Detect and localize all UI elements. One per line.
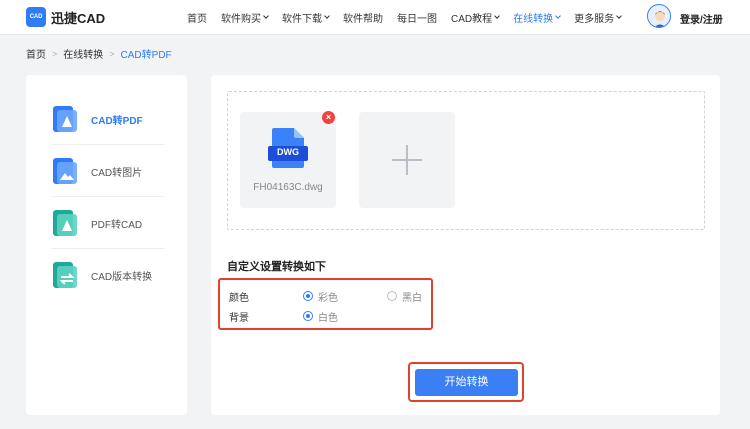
- pdf-to-cad-icon: [51, 208, 79, 238]
- nav-item-online-convert[interactable]: 在线转换: [513, 10, 561, 25]
- radio-color-bw[interactable]: 黑白: [387, 289, 422, 304]
- radio-unchecked-icon: [387, 291, 397, 301]
- nav-item-purchase[interactable]: 软件购买: [221, 10, 269, 25]
- breadcrumb-home[interactable]: 首页: [26, 46, 46, 61]
- sidebar-item-cad-to-pdf[interactable]: CAD转PDF: [51, 93, 165, 145]
- chevron-down-icon: [616, 13, 622, 19]
- nav-label: 软件购买: [221, 14, 261, 25]
- sidebar-item-cad-to-image[interactable]: CAD转图片: [51, 145, 165, 197]
- sidebar-item-cad-version-convert[interactable]: CAD版本转换: [51, 249, 165, 301]
- sidebar-item-label: PDF转CAD: [91, 219, 143, 231]
- nav-item-help[interactable]: 软件帮助: [343, 10, 383, 25]
- nav-label: 在线转换: [513, 14, 554, 25]
- start-convert-button[interactable]: 开始转换: [415, 369, 518, 396]
- breadcrumb-online-convert[interactable]: 在线转换: [63, 46, 103, 61]
- breadcrumb-current: CAD转PDF: [120, 50, 172, 61]
- chevron-down-icon: [324, 13, 330, 19]
- radio-background-white[interactable]: 白色: [303, 309, 338, 324]
- plus-icon: [392, 145, 422, 175]
- breadcrumb-separator-icon: >: [52, 48, 58, 59]
- nav-label: 首页: [187, 14, 207, 25]
- file-name: FH04163C.dwg: [253, 182, 323, 193]
- nav-item-download[interactable]: 软件下载: [282, 10, 330, 25]
- login-register-link[interactable]: 登录/注册: [680, 11, 723, 26]
- nav-label: 每日一图: [397, 14, 437, 25]
- color-option-row: 颜色 彩色 黑白: [229, 288, 422, 304]
- radio-label: 彩色: [318, 292, 338, 304]
- radio-checked-icon: [303, 311, 313, 321]
- sidebar-item-label: CAD转图片: [91, 167, 143, 179]
- nav-item-home[interactable]: 首页: [187, 10, 207, 25]
- upload-dropzone[interactable]: DWG FH04163C.dwg ×: [227, 91, 705, 230]
- nav-label: 更多服务: [574, 14, 615, 25]
- add-file-button[interactable]: [359, 112, 455, 208]
- logo-text: 迅捷CAD: [51, 10, 106, 26]
- background-label: 背景: [229, 312, 249, 324]
- nav-label: 软件下载: [282, 14, 322, 25]
- breadcrumb: 首页 > 在线转换 > CAD转PDF: [26, 46, 172, 62]
- chevron-down-icon: [494, 13, 500, 19]
- cad-to-image-icon: [51, 156, 79, 186]
- nav-label: CAD教程: [451, 14, 493, 25]
- tool-sidebar: CAD转PDF CAD转图片 PDF转CAD CAD版本转换: [26, 75, 187, 415]
- sidebar-item-label: CAD版本转换: [91, 271, 153, 283]
- nav-label: 软件帮助: [343, 14, 383, 25]
- convert-panel: DWG FH04163C.dwg × 自定义设置转换如下 颜色 彩色 黑白 背景: [211, 75, 720, 415]
- breadcrumb-separator-icon: >: [109, 48, 115, 59]
- radio-label: 黑白: [402, 292, 422, 304]
- logo-badge: CAD: [26, 7, 46, 27]
- chevron-down-icon: [263, 13, 269, 19]
- main-nav: 首页 软件购买 软件下载 软件帮助 每日一图 CAD教程 在线转换 更多服务: [187, 0, 635, 35]
- sidebar-item-pdf-to-cad[interactable]: PDF转CAD: [51, 197, 165, 249]
- radio-label: 白色: [318, 312, 338, 324]
- nav-item-more[interactable]: 更多服务: [574, 10, 622, 25]
- file-type-label: DWG: [277, 147, 299, 157]
- uploaded-file-card: DWG FH04163C.dwg ×: [240, 111, 336, 208]
- remove-file-icon[interactable]: ×: [322, 111, 335, 124]
- top-header: CAD 迅捷CAD 首页 软件购买 软件下载 软件帮助 每日一图 CAD教程 在…: [0, 0, 750, 35]
- user-avatar-icon[interactable]: [647, 4, 671, 28]
- radio-color-full[interactable]: 彩色: [303, 289, 387, 304]
- start-button-highlight: 开始转换: [408, 362, 524, 402]
- radio-checked-icon: [303, 291, 313, 301]
- chevron-down-icon: [555, 13, 561, 19]
- cad-to-pdf-icon: [51, 104, 79, 134]
- logo[interactable]: CAD 迅捷CAD: [26, 7, 105, 27]
- settings-options-box: 颜色 彩色 黑白 背景 白色: [218, 278, 433, 330]
- nav-item-tutorial[interactable]: CAD教程: [451, 10, 500, 25]
- background-option-row: 背景 白色: [229, 308, 338, 324]
- settings-title: 自定义设置转换如下: [227, 261, 326, 273]
- color-label: 颜色: [229, 292, 249, 304]
- cad-version-convert-icon: [51, 260, 79, 290]
- nav-item-daily[interactable]: 每日一图: [397, 10, 437, 25]
- sidebar-item-label: CAD转PDF: [91, 115, 143, 127]
